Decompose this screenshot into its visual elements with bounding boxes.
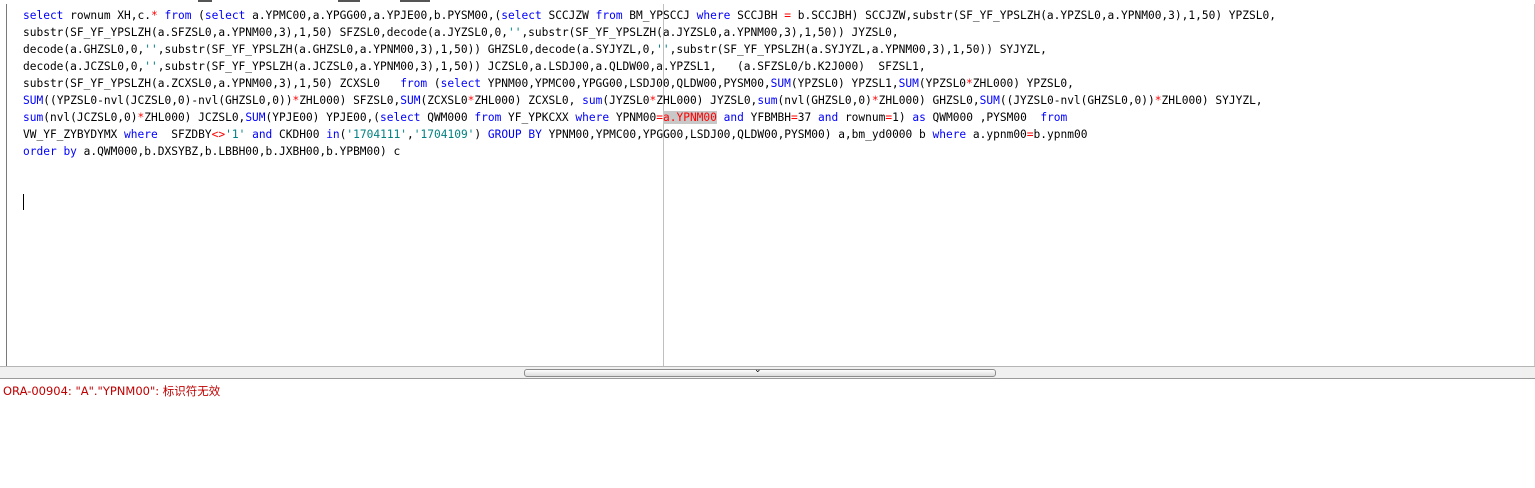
code-line[interactable]: substr(SF_YF_YPSLZH(a.SFZSL0,a.YPNM00,3)… (23, 24, 1276, 41)
code-line[interactable]: sum(nvl(JCZSL0,0)*ZHL000) JCZSL0,SUM(YPJ… (23, 109, 1276, 126)
pane-splitter[interactable]: ⌄ (0, 365, 1535, 379)
code-line[interactable]: select rownum XH,c.* from (select a.YPMC… (23, 7, 1276, 24)
output-pane: ORA-00904: "A"."YPNM00": 标识符无效 (0, 379, 1535, 488)
code-line[interactable]: VW_YF_ZYBYDYMX where SFZDBY<>'1' and CKD… (23, 126, 1276, 143)
tab-marker (338, 0, 360, 2)
text-caret (23, 194, 24, 210)
code-line[interactable]: SUM((YPZSL0-nvl(JCZSL0,0)-nvl(GHZSL0,0))… (23, 92, 1276, 109)
editor-gutter (0, 4, 7, 366)
code-area[interactable]: select rownum XH,c.* from (select a.YPMC… (23, 7, 1276, 160)
code-line[interactable]: decode(a.JCZSL0,0,'',substr(SF_YF_YPSLZH… (23, 58, 1276, 75)
sql-editor[interactable]: select rownum XH,c.* from (select a.YPMC… (0, 4, 1535, 366)
code-line[interactable]: substr(SF_YF_YPSLZH(a.ZCXSL0,a.YPNM00,3)… (23, 75, 1276, 92)
chevron-down-icon[interactable]: ⌄ (754, 365, 762, 375)
tab-marker (400, 0, 430, 2)
tab-marker (198, 0, 212, 2)
error-message: ORA-00904: "A"."YPNM00": 标识符无效 (3, 384, 221, 398)
code-line[interactable]: order by a.QWM000,b.DXSYBZ,b.LBBH00,b.JX… (23, 143, 1276, 160)
code-line[interactable]: decode(a.GHZSL0,0,'',substr(SF_YF_YPSLZH… (23, 41, 1276, 58)
